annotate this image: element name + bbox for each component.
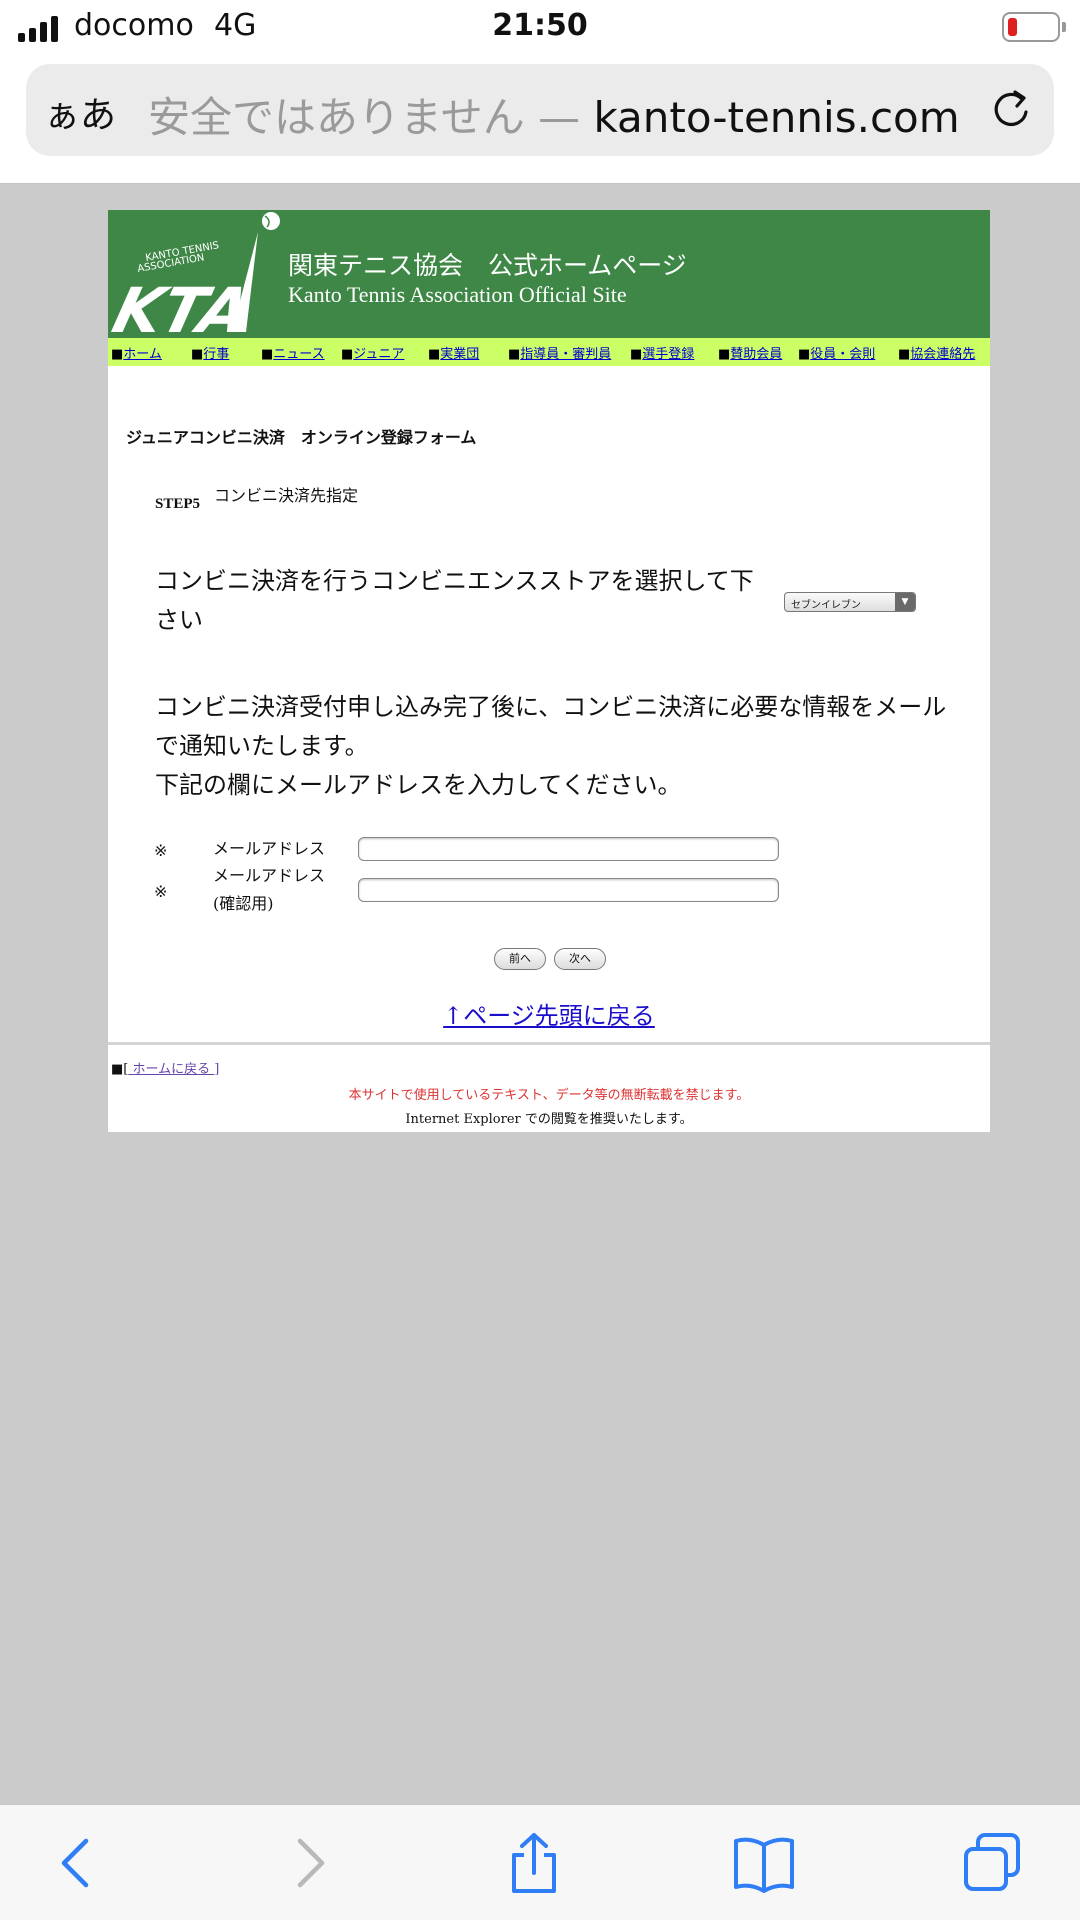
reload-icon[interactable]: [988, 86, 1034, 132]
status-time: 21:50: [492, 8, 588, 43]
address-bar[interactable]: ぁあ 安全ではありません — kanto-tennis.com: [26, 64, 1054, 156]
back-icon[interactable]: [44, 1831, 108, 1895]
select-value: セブンイレブン: [791, 600, 861, 611]
kta-logo[interactable]: KANTO TENNIS ASSOCIATION KTA: [108, 210, 286, 338]
bookmarks-icon[interactable]: [732, 1831, 796, 1895]
nav-item-officers[interactable]: ■役員・会則: [798, 343, 875, 362]
battery-icon: [1002, 12, 1066, 42]
site-nav: ■ホーム ■行事 ■ニュース ■ジュニア ■実業団 ■指導員・審判員 ■選手登録…: [108, 338, 990, 366]
tabs-icon[interactable]: [960, 1831, 1024, 1895]
mail-instruction-line1: コンビニ決済受付申し込み完了後に、コンビニ決済に必要な情報をメールで通知いたしま…: [155, 693, 947, 760]
next-button[interactable]: 次へ: [554, 948, 606, 970]
nav-item-events[interactable]: ■行事: [191, 343, 229, 362]
nav-item-home[interactable]: ■ホーム: [111, 343, 162, 362]
nav-item-corporate[interactable]: ■実業団: [428, 343, 479, 362]
email-field-label: メールアドレス: [213, 839, 326, 858]
mail-instruction: コンビニ決済受付申し込み完了後に、コンビニ決済に必要な情報をメールで通知いたしま…: [155, 688, 955, 805]
safari-address-area: ぁあ 安全ではありません — kanto-tennis.com: [0, 58, 1080, 184]
nav-item-instructors[interactable]: ■指導員・審判員: [508, 343, 611, 362]
email-confirm-field[interactable]: [358, 878, 779, 902]
required-mark: ※: [154, 841, 168, 860]
email-confirm-field-label: メールアドレス (確認用): [213, 866, 326, 913]
chevron-down-icon: ▼: [895, 593, 915, 611]
site-title-jp: 関東テニス協会 公式ホームページ: [288, 251, 687, 280]
nav-item-contact[interactable]: ■協会連絡先: [898, 343, 975, 362]
nav-item-supporters[interactable]: ■賛助会員: [718, 343, 782, 362]
home-link-row: ■[ ホームに戻る ]: [111, 1062, 220, 1077]
step-label: STEP5: [155, 496, 201, 512]
prev-button[interactable]: 前へ: [494, 948, 546, 970]
mail-instruction-line2: 下記の欄にメールアドレスを入力してください。: [155, 771, 682, 799]
store-instruction: コンビニ決済を行うコンビニエンスストアを選択して下さい: [155, 567, 754, 634]
email-field[interactable]: [358, 837, 779, 861]
insecure-label: 安全ではありません —: [148, 93, 594, 142]
required-mark: ※: [154, 882, 168, 901]
safari-toolbar: [0, 1804, 1080, 1920]
url-display[interactable]: 安全ではありません — kanto-tennis.com: [148, 84, 960, 145]
web-page: KANTO TENNIS ASSOCIATION KTA 関東テニス協会 公式ホ…: [108, 210, 990, 1132]
home-link[interactable]: ホームに戻る: [128, 1062, 214, 1077]
reader-aa-button[interactable]: ぁあ: [44, 86, 116, 138]
status-bar: docomo 4G 21:50: [0, 0, 1080, 58]
site-header: KANTO TENNIS ASSOCIATION KTA 関東テニス協会 公式ホ…: [108, 210, 990, 338]
nav-item-news[interactable]: ■ニュース: [261, 343, 325, 362]
divider: [108, 1042, 990, 1045]
copyright-notice: 本サイトで使用しているテキスト、データ等の無断転載を禁じます。: [348, 1088, 750, 1103]
form-title: ジュニアコンビニ決済 オンライン登録フォーム: [126, 428, 477, 447]
url-domain: kanto-tennis.com: [593, 93, 960, 142]
nav-item-registration[interactable]: ■選手登録: [630, 343, 694, 362]
nav-item-junior[interactable]: ■ジュニア: [341, 343, 404, 362]
share-icon[interactable]: [502, 1831, 566, 1895]
battery-level: [1008, 18, 1017, 36]
back-to-top-link[interactable]: ↑ページ先頭に戻る: [108, 996, 990, 1031]
convenience-store-select[interactable]: セブンイレブン ▼: [784, 592, 916, 612]
browser-note: Internet Explorer での閲覧を推奨いたします。: [405, 1112, 693, 1127]
site-title-en: Kanto Tennis Association Official Site: [288, 282, 627, 307]
forward-icon: [297, 1838, 325, 1888]
step-name: コンビニ決済先指定: [214, 486, 359, 505]
